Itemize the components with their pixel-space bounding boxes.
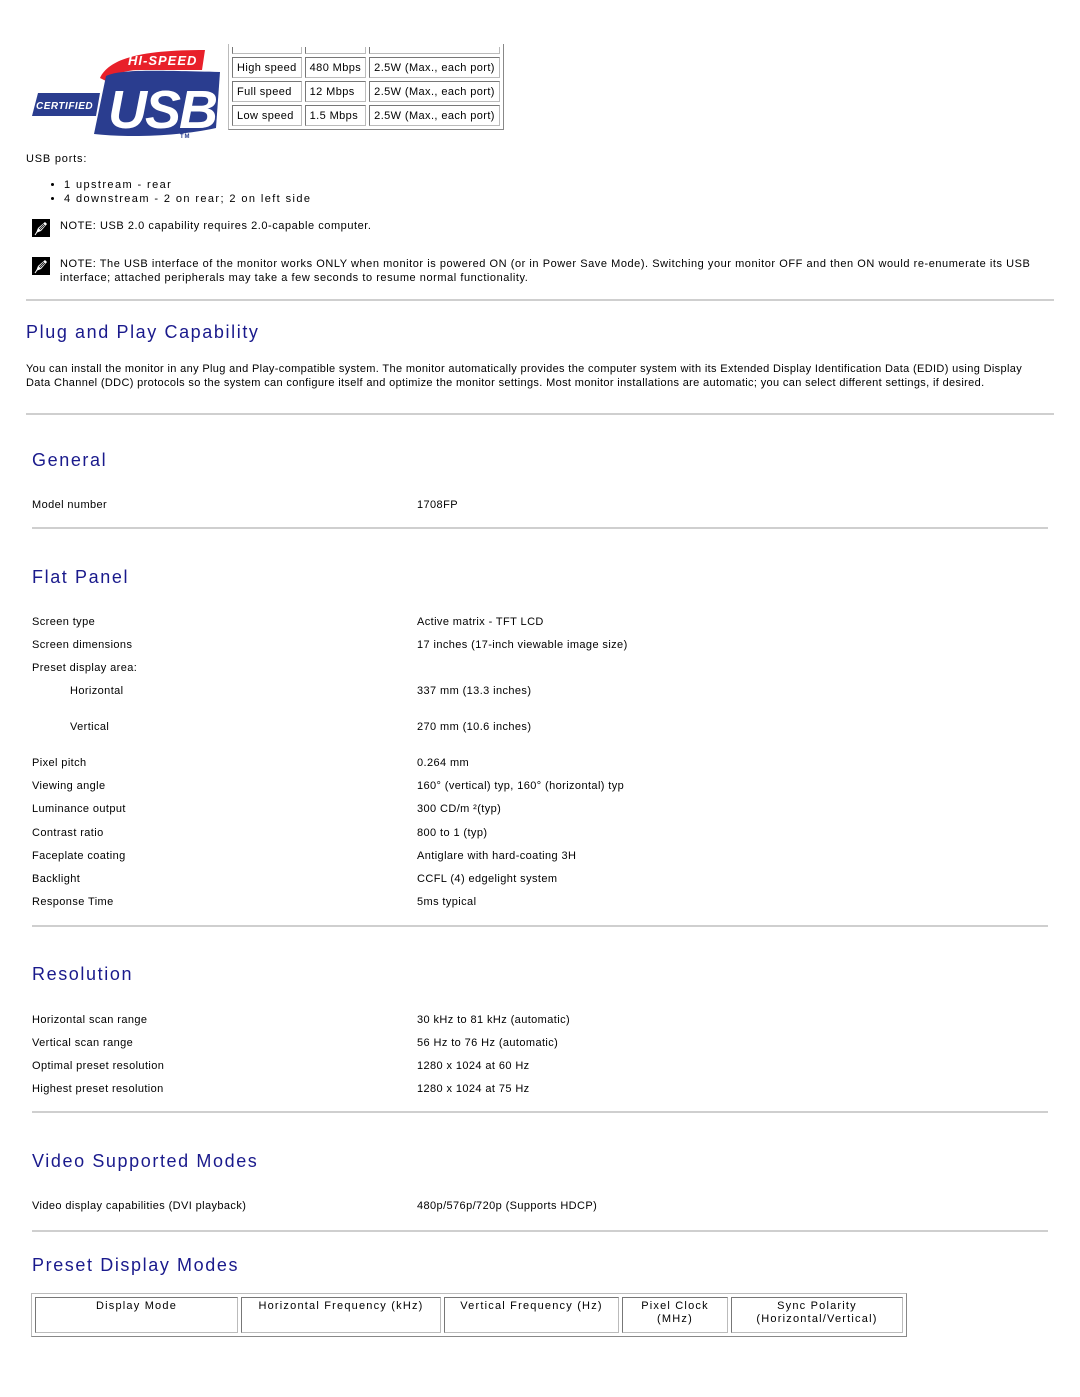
spec-label: Vertical scan range (32, 1037, 134, 1049)
logo-usb-text: USB (108, 80, 216, 140)
table-cell: 2.5W (Max., each port) (369, 105, 500, 126)
column-header-pixel-clock: Pixel Clock (MHz) (622, 1297, 728, 1333)
table-row: Low speed 1.5 Mbps 2.5W (Max., each port… (232, 105, 500, 126)
table-cell: Full speed (232, 81, 302, 102)
spec-label: Model number (32, 499, 108, 511)
section-title-video-supported-modes: Video Supported Modes (32, 1151, 259, 1171)
column-header-vertical-frequency: Vertical Frequency (Hz) (444, 1297, 619, 1333)
table-cell: 2.5W (Max., each port) (369, 81, 500, 102)
column-header-display-mode: Display Mode (35, 1297, 238, 1333)
table-row (232, 47, 500, 54)
note-text: NOTE: The USB interface of the monitor w… (60, 258, 1031, 284)
spec-label: Video display capabilities (DVI playback… (32, 1200, 247, 1212)
table-cell: Low speed (232, 105, 302, 126)
table-row: High speed 480 Mbps 2.5W (Max., each por… (232, 57, 500, 78)
spec-label: Viewing angle (32, 780, 106, 792)
spec-label: Horizontal scan range (32, 1014, 148, 1026)
spec-label: Faceplate coating (32, 850, 126, 862)
spec-value: 0.264 mm (417, 757, 470, 769)
spec-value: 270 mm (10.6 inches) (417, 721, 532, 733)
spec-value: 800 to 1 (typ) (417, 827, 488, 839)
divider (32, 1230, 1048, 1232)
spec-label: Pixel pitch (32, 757, 87, 769)
note-text: NOTE: USB 2.0 capability requires 2.0-ca… (60, 220, 372, 232)
divider (32, 527, 1048, 529)
logo-certified-text: CERTIFIED (36, 101, 93, 112)
plug-and-play-description: You can install the monitor in any Plug … (26, 363, 1023, 389)
usb-ports-list: 1 upstream - rear 4 downstream - 2 on re… (40, 178, 311, 206)
spec-value: 5ms typical (417, 896, 477, 908)
spec-label: Screen dimensions (32, 639, 133, 651)
note-pencil-icon (32, 219, 50, 237)
spec-value: 1708FP (417, 499, 458, 511)
spec-label: Luminance output (32, 803, 126, 815)
preset-display-modes-table: Display Mode Horizontal Frequency (kHz) … (31, 1293, 907, 1337)
table-row: Full speed 12 Mbps 2.5W (Max., each port… (232, 81, 500, 102)
logo-hispeed-text: HI-SPEED (128, 53, 197, 68)
table-cell: 1.5 Mbps (304, 105, 367, 126)
table-cell: 2.5W (Max., each port) (369, 57, 500, 78)
spec-label: Backlight (32, 873, 81, 885)
section-title-flat-panel: Flat Panel (32, 567, 130, 587)
spec-value: 30 kHz to 81 kHz (automatic) (417, 1014, 571, 1026)
usb-hi-speed-certified-logo: HI-SPEED CERTIFIED USB TM (30, 48, 220, 140)
spec-label: Response Time (32, 896, 114, 908)
spec-label: Vertical (70, 721, 110, 733)
table-cell: 480 Mbps (304, 57, 367, 78)
spec-label: Optimal preset resolution (32, 1060, 165, 1072)
column-header-sync-polarity: Sync Polarity (Horizontal/Vertical) (731, 1297, 903, 1333)
spec-value: 1280 x 1024 at 75 Hz (417, 1083, 530, 1095)
list-item: 1 upstream - rear (64, 178, 311, 192)
spec-value: 337 mm (13.3 inches) (417, 685, 532, 697)
list-item: 4 downstream - 2 on rear; 2 on left side (64, 192, 311, 206)
table-cell: High speed (232, 57, 302, 78)
table-header-row: Display Mode Horizontal Frequency (kHz) … (35, 1297, 903, 1333)
spec-value: 17 inches (17-inch viewable image size) (417, 639, 628, 651)
section-title-general: General (32, 450, 108, 470)
spec-value: Active matrix - TFT LCD (417, 616, 544, 628)
usb-speed-table: High speed 480 Mbps 2.5W (Max., each por… (228, 44, 504, 130)
section-title-preset-display-modes: Preset Display Modes (32, 1255, 240, 1275)
spec-value: 160° (vertical) typ, 160° (horizontal) t… (417, 780, 625, 792)
logo-tm-text: TM (180, 134, 190, 140)
spec-value: 300 CD/m ²(typ) (417, 803, 502, 815)
spec-label: Horizontal (70, 685, 124, 697)
divider (32, 925, 1048, 927)
divider (26, 299, 1054, 301)
note-usb-interface: NOTE: The USB interface of the monitor w… (32, 257, 1052, 285)
spec-value: 1280 x 1024 at 60 Hz (417, 1060, 530, 1072)
usb-ports-label: USB ports: (26, 153, 88, 165)
column-header-horizontal-frequency: Horizontal Frequency (kHz) (241, 1297, 441, 1333)
spec-value: 480p/576p/720p (Supports HDCP) (417, 1200, 598, 1212)
section-title-resolution: Resolution (32, 964, 134, 984)
note-usb2: NOTE: USB 2.0 capability requires 2.0-ca… (32, 219, 1052, 237)
note-pencil-icon (32, 257, 50, 275)
spec-label: Highest preset resolution (32, 1083, 164, 1095)
spec-value: Antiglare with hard-coating 3H (417, 850, 577, 862)
spec-label: Contrast ratio (32, 827, 104, 839)
divider (26, 413, 1054, 415)
table-cell: 12 Mbps (304, 81, 367, 102)
spec-label: Preset display area: (32, 662, 138, 674)
section-title-plug-and-play: Plug and Play Capability (26, 322, 260, 342)
spec-value: CCFL (4) edgelight system (417, 873, 558, 885)
spec-label: Screen type (32, 616, 96, 628)
spec-value: 56 Hz to 76 Hz (automatic) (417, 1037, 559, 1049)
divider (32, 1111, 1048, 1113)
